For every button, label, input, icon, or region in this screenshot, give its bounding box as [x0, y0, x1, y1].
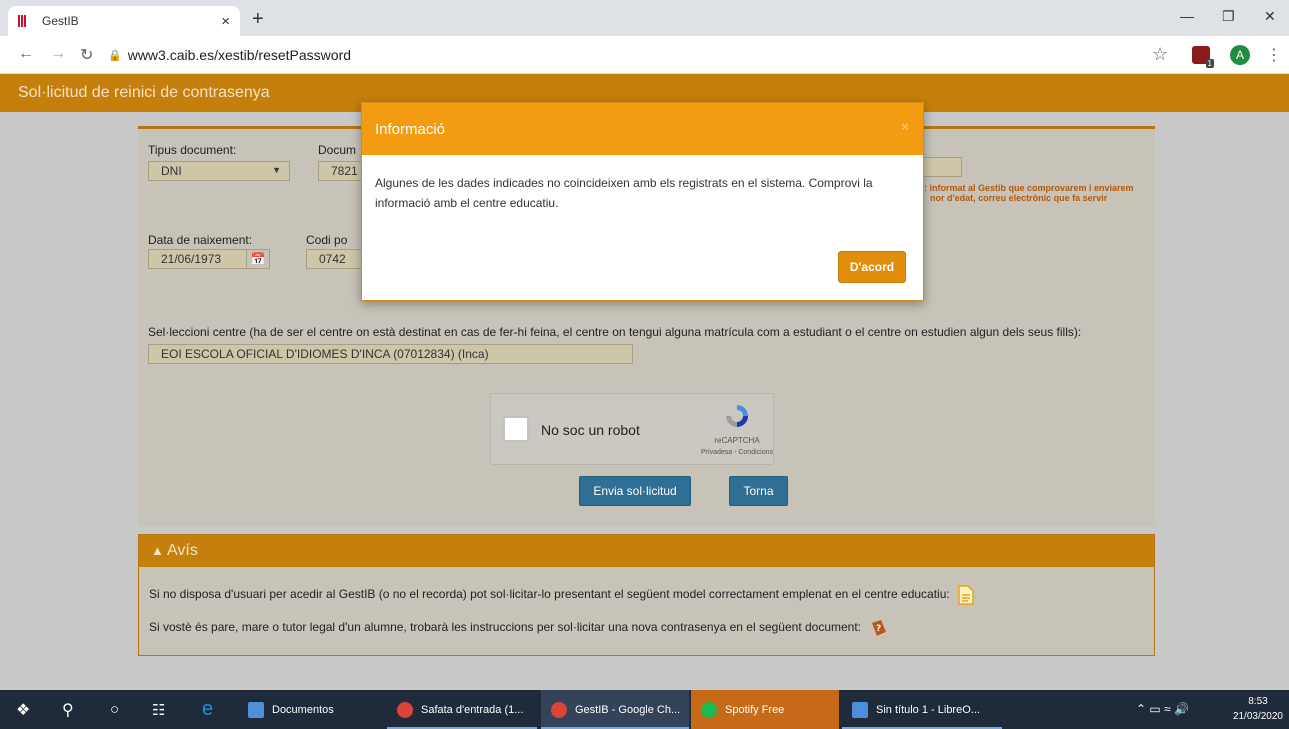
info-modal: Informació × Algunes de les dades indica… [361, 102, 924, 301]
clock-time: 8:53 [1248, 696, 1268, 707]
modal-title: Informació [375, 121, 446, 138]
browser-toolbar: ← → ↻ 🔒 www3.caib.es/xestib/resetPasswor… [0, 36, 1289, 74]
taskbar-app-label: Spotify Free [725, 703, 785, 716]
new-tab-icon[interactable]: + [252, 8, 264, 31]
tab-close-icon[interactable]: × [221, 13, 230, 30]
url-text: www3.caib.es/xestib/resetPassword [127, 47, 352, 63]
forward-icon[interactable]: → [50, 45, 66, 63]
profile-avatar[interactable]: A [1230, 45, 1250, 65]
taskbar-app-documentos[interactable]: Documentos [238, 690, 378, 729]
edge-icon[interactable]: e [202, 690, 213, 729]
cortana-icon[interactable]: ○ [110, 690, 119, 729]
spotify-icon [701, 701, 717, 718]
window-close-icon[interactable]: ✕ [1264, 8, 1276, 25]
modal-message: Algunes de les dades indicades no coinci… [375, 176, 873, 210]
reload-icon[interactable]: ↻ [80, 45, 93, 65]
modal-ok-button[interactable]: D'acord [838, 251, 906, 283]
back-icon[interactable]: ← [18, 45, 34, 63]
windows-taskbar: ❖ ⚲ ○ ☷ e Documentos Safata d'entrada (1… [0, 690, 1289, 729]
taskbar-app-label: Sin título 1 - LibreO... [876, 703, 980, 716]
modal-header: Informació × [362, 103, 923, 155]
chrome-icon [551, 701, 567, 718]
taskbar-app-libreoffice[interactable]: Sin título 1 - LibreO... [842, 690, 1002, 729]
browser-tabbar: GestIB × + — ❐ ✕ [0, 0, 1289, 36]
taskbar-app-label: GestIB - Google Ch... [575, 703, 681, 716]
writer-icon [852, 701, 868, 718]
chrome-icon [397, 701, 413, 718]
tab-title: GestIB [42, 14, 79, 28]
browser-menu-icon[interactable]: ⋮ [1266, 45, 1282, 65]
system-tray-icons[interactable]: ⌃ ▭ ≈ 🔊 [1136, 702, 1189, 716]
address-bar[interactable]: 🔒 www3.caib.es/xestib/resetPassword [108, 41, 1138, 69]
bookmark-star-icon[interactable]: ☆ [1152, 44, 1168, 65]
taskbar-clock[interactable]: 8:53 21/03/2020 [1233, 694, 1283, 724]
extension-badge: 1 [1205, 59, 1214, 68]
browser-tab[interactable]: GestIB × [8, 6, 240, 36]
lock-icon: 🔒 [108, 49, 122, 62]
taskbar-app-mail[interactable]: Safata d'entrada (1... [387, 690, 537, 729]
taskbar-app-gestib[interactable]: GestIB - Google Ch... [541, 690, 689, 729]
restore-icon[interactable]: ❐ [1222, 8, 1235, 25]
task-view-icon[interactable]: ☷ [152, 690, 165, 729]
extension-icon[interactable]: 1 [1192, 46, 1214, 68]
taskbar-app-label: Safata d'entrada (1... [421, 703, 524, 716]
gestib-favicon-icon [18, 15, 30, 27]
search-icon[interactable]: ⚲ [62, 690, 74, 729]
clock-date: 21/03/2020 [1232, 711, 1283, 722]
windows-start-icon[interactable]: ❖ [16, 690, 30, 729]
taskbar-app-label: Documentos [272, 703, 334, 716]
modal-close-icon[interactable]: × [901, 119, 909, 134]
minimize-icon[interactable]: — [1180, 8, 1194, 24]
file-icon [248, 701, 264, 718]
taskbar-app-spotify[interactable]: Spotify Free [691, 690, 839, 729]
